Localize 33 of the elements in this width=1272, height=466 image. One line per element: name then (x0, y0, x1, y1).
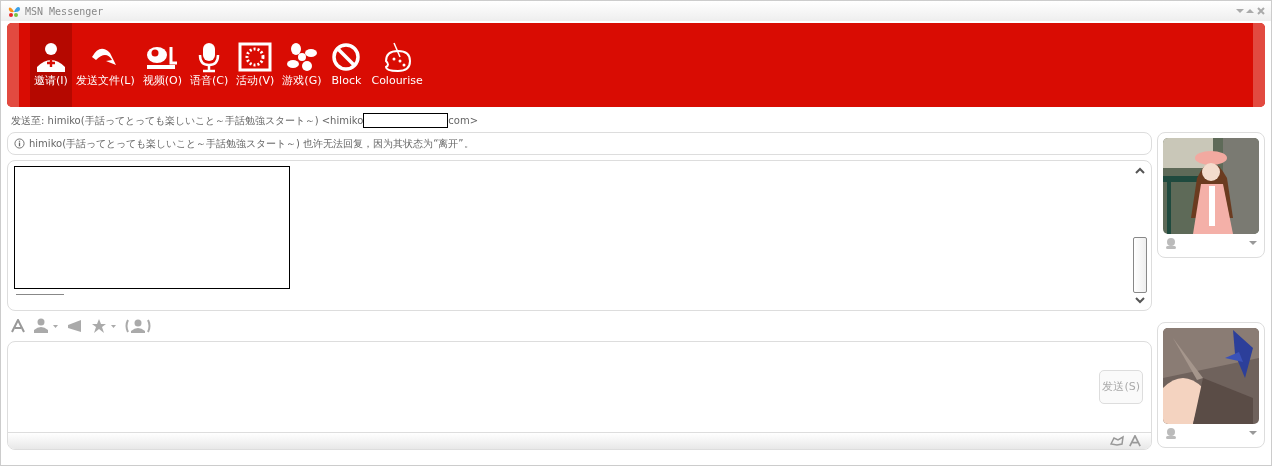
email-suffix: com> (448, 114, 479, 128)
person-plus-icon (34, 40, 68, 73)
starburst-icon (238, 40, 273, 73)
butterfly-logo-icon (7, 4, 21, 18)
maximize-icon[interactable] (1246, 7, 1255, 15)
toolbar-button[interactable]: 视频(O) (138, 23, 186, 107)
status-notice: himiko(手話ってとっても楽しいこと～手話勉強スタート～) 也许无法回复，因为其状态为“离开”。 (29, 137, 474, 151)
dropdown-icon[interactable] (1235, 7, 1244, 15)
window-title: MSN Messenger (25, 4, 104, 19)
scroll-up-icon[interactable] (1135, 167, 1145, 174)
recipient-label: 发送至: himiko(手話ってとっても楽しいこと～手話勉強スタート～) <himiko (11, 114, 364, 128)
status-icon[interactable] (1165, 427, 1177, 439)
font-icon[interactable] (11, 319, 25, 333)
info-icon (14, 138, 25, 149)
star-icon[interactable] (91, 318, 117, 334)
toolbar-button[interactable]: 发送文件(L) (72, 23, 139, 107)
flower-icon (284, 40, 319, 73)
font-icon[interactable] (1129, 435, 1141, 447)
dropdown-icon[interactable] (1249, 430, 1257, 436)
megaphone-icon[interactable] (67, 319, 83, 333)
scrollbar-thumb[interactable] (1133, 237, 1147, 293)
close-icon[interactable] (1257, 7, 1265, 15)
toolbar-button[interactable]: 邀请(I) (30, 23, 72, 107)
nudge-icon[interactable] (125, 318, 151, 334)
dropdown-icon[interactable] (1249, 240, 1257, 246)
scroll-down-icon[interactable] (1135, 297, 1145, 304)
toolbar-button[interactable]: Colourise (367, 23, 427, 107)
toolbar-button[interactable]: Block (325, 23, 368, 107)
toolbar-button[interactable]: 语音(C) (185, 23, 233, 107)
toolbar-button[interactable]: 活动(V) (232, 23, 279, 107)
person-icon[interactable] (33, 318, 59, 334)
toolbar-button[interactable]: 游戏(G) (278, 23, 326, 107)
status-icon[interactable] (1165, 237, 1177, 249)
